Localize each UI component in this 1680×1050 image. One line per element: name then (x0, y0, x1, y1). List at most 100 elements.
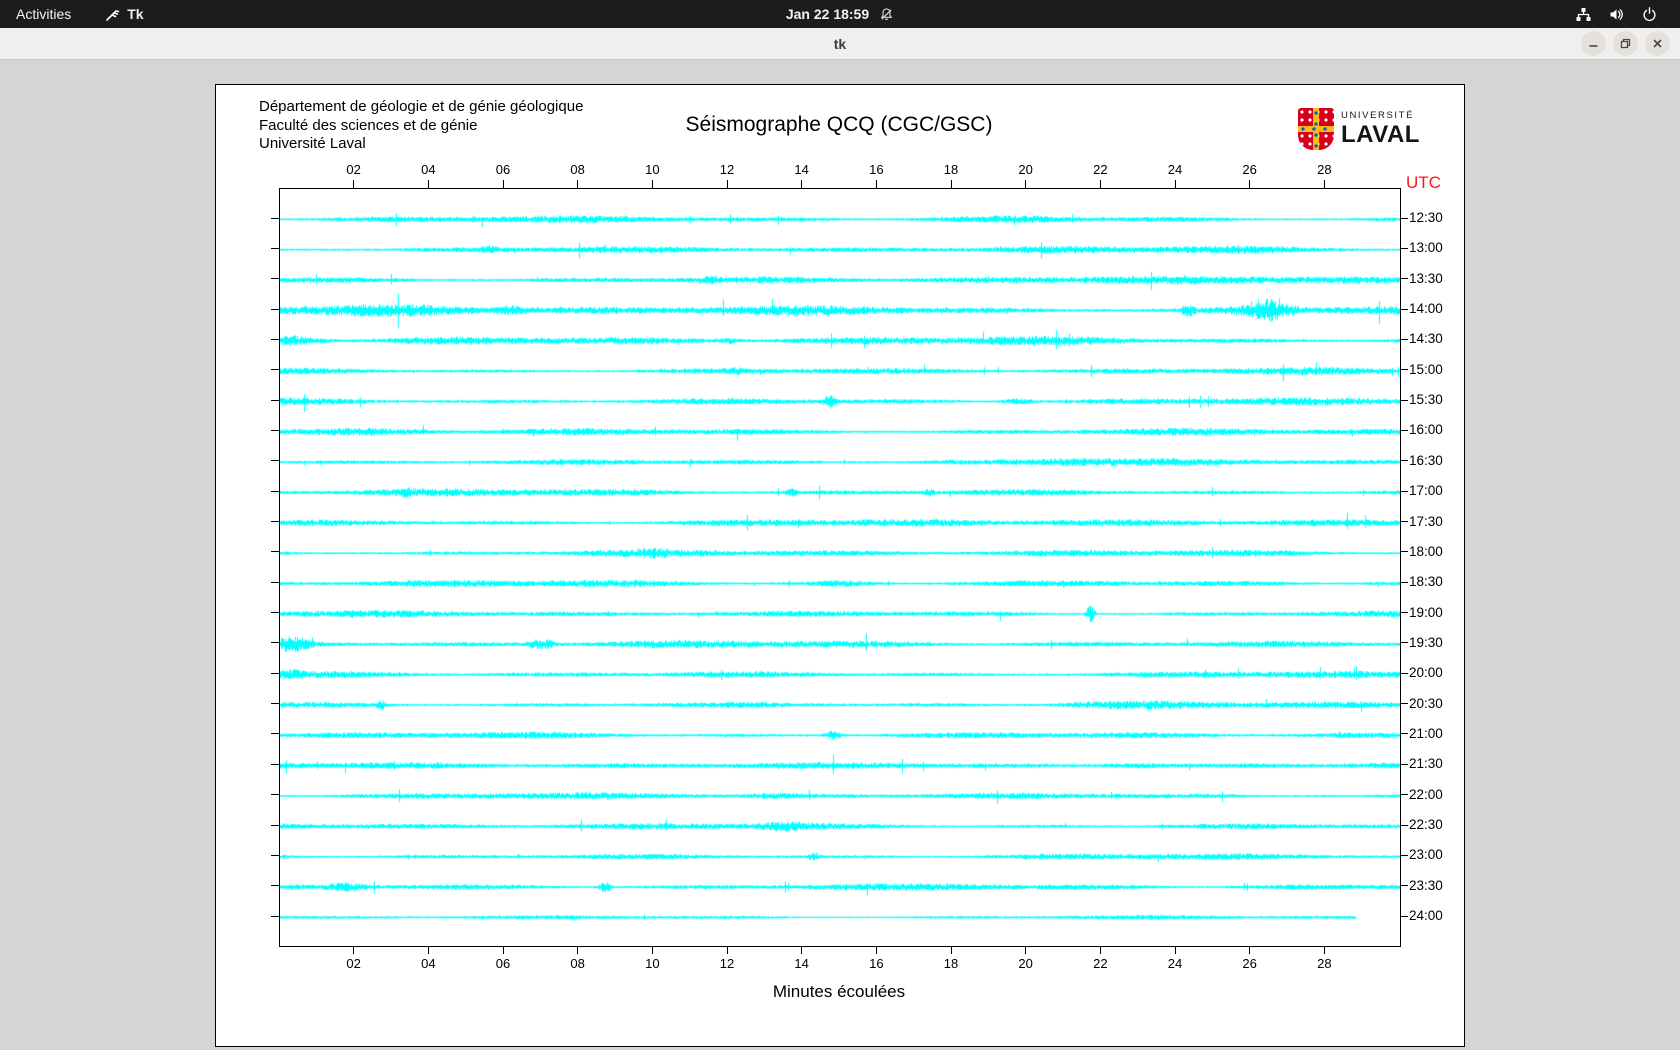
y-tick-right (1401, 339, 1408, 340)
institution-line-3: Université Laval (259, 135, 583, 154)
x-tick-label-top: 24 (1160, 162, 1190, 177)
time-label: 14:00 (1409, 301, 1443, 316)
time-label: 21:30 (1409, 756, 1443, 771)
y-tick-right (1401, 825, 1408, 826)
y-tick-left (271, 400, 279, 401)
y-tick-left (271, 825, 279, 826)
x-tick-top (801, 180, 802, 188)
y-tick-right (1401, 612, 1408, 613)
x-tick-bottom (1100, 946, 1101, 954)
time-label: 13:30 (1409, 271, 1443, 286)
clock-button[interactable]: Jan 22 18:59 (0, 0, 1680, 28)
x-tick-top (353, 180, 354, 188)
y-tick-left (271, 278, 279, 279)
y-tick-right (1401, 703, 1408, 704)
y-tick-left (271, 855, 279, 856)
quick-settings[interactable] (1575, 0, 1680, 28)
clock-label: Jan 22 18:59 (786, 6, 869, 22)
y-tick-right (1401, 248, 1408, 249)
y-tick-right (1401, 430, 1408, 431)
time-label: 12:30 (1409, 210, 1443, 225)
y-tick-left (271, 673, 279, 674)
x-tick-label-top: 22 (1085, 162, 1115, 177)
x-tick-label-bottom: 12 (712, 956, 742, 971)
x-tick-bottom (1025, 946, 1026, 954)
chart-title: Séismographe QCQ (CGC/GSC) (279, 113, 1399, 137)
time-label: 22:30 (1409, 817, 1443, 832)
y-tick-right (1401, 582, 1408, 583)
x-tick-top (1025, 180, 1026, 188)
y-tick-left (271, 218, 279, 219)
time-label: 15:30 (1409, 392, 1443, 407)
time-label: 23:00 (1409, 847, 1443, 862)
minimize-button[interactable] (1581, 31, 1606, 56)
y-tick-right (1401, 733, 1408, 734)
y-tick-right (1401, 916, 1408, 917)
time-label: 17:00 (1409, 483, 1443, 498)
time-label: 18:00 (1409, 544, 1443, 559)
y-tick-left (271, 733, 279, 734)
time-label: 23:30 (1409, 878, 1443, 893)
time-label: 20:00 (1409, 665, 1443, 680)
x-tick-label-top: 06 (488, 162, 518, 177)
x-tick-label-bottom: 08 (563, 956, 593, 971)
x-tick-bottom (876, 946, 877, 954)
time-label: 15:00 (1409, 362, 1443, 377)
x-tick-label-top: 26 (1235, 162, 1265, 177)
time-label: 24:00 (1409, 908, 1443, 923)
y-tick-left (271, 491, 279, 492)
x-tick-bottom (727, 946, 728, 954)
x-tick-label-top: 16 (861, 162, 891, 177)
restore-button[interactable] (1613, 31, 1638, 56)
x-tick-top (1324, 180, 1325, 188)
x-tick-label-bottom: 24 (1160, 956, 1190, 971)
x-tick-top (1100, 180, 1101, 188)
x-tick-bottom (1175, 946, 1176, 954)
x-tick-label-top: 28 (1309, 162, 1339, 177)
y-tick-right (1401, 369, 1408, 370)
x-tick-label-bottom: 26 (1235, 956, 1265, 971)
x-tick-bottom (801, 946, 802, 954)
x-tick-top (652, 180, 653, 188)
network-wired-icon (1575, 6, 1592, 23)
x-tick-bottom (503, 946, 504, 954)
time-label: 19:30 (1409, 635, 1443, 650)
y-tick-left (271, 764, 279, 765)
y-tick-right (1401, 794, 1408, 795)
x-tick-label-bottom: 06 (488, 956, 518, 971)
x-tick-label-top: 18 (936, 162, 966, 177)
x-tick-label-bottom: 22 (1085, 956, 1115, 971)
time-label: 18:30 (1409, 574, 1443, 589)
time-label: 20:30 (1409, 696, 1443, 711)
y-tick-right (1401, 309, 1408, 310)
time-label: 19:00 (1409, 605, 1443, 620)
y-tick-left (271, 339, 279, 340)
y-tick-left (271, 309, 279, 310)
window-title-bar[interactable]: tk (0, 28, 1680, 60)
logo-text-universite: UNIVERSITÉ (1341, 111, 1420, 121)
x-tick-bottom (1324, 946, 1325, 954)
y-tick-left (271, 582, 279, 583)
time-label: 21:00 (1409, 726, 1443, 741)
x-tick-top (1175, 180, 1176, 188)
x-tick-label-bottom: 10 (637, 956, 667, 971)
y-tick-left (271, 248, 279, 249)
y-tick-left (271, 916, 279, 917)
utc-axis-label: UTC (1406, 173, 1441, 193)
close-button[interactable] (1645, 31, 1670, 56)
y-tick-right (1401, 218, 1408, 219)
x-tick-label-bottom: 02 (339, 956, 369, 971)
x-tick-bottom (577, 946, 578, 954)
x-tick-top (428, 180, 429, 188)
y-tick-right (1401, 673, 1408, 674)
y-tick-right (1401, 642, 1408, 643)
y-tick-right (1401, 855, 1408, 856)
universite-laval-logo: UNIVERSITÉ LAVAL (1298, 108, 1420, 150)
y-tick-right (1401, 460, 1408, 461)
y-tick-left (271, 430, 279, 431)
y-tick-right (1401, 491, 1408, 492)
x-tick-label-bottom: 14 (787, 956, 817, 971)
x-tick-label-bottom: 20 (1011, 956, 1041, 971)
x-tick-label-top: 10 (637, 162, 667, 177)
x-tick-label-top: 20 (1011, 162, 1041, 177)
